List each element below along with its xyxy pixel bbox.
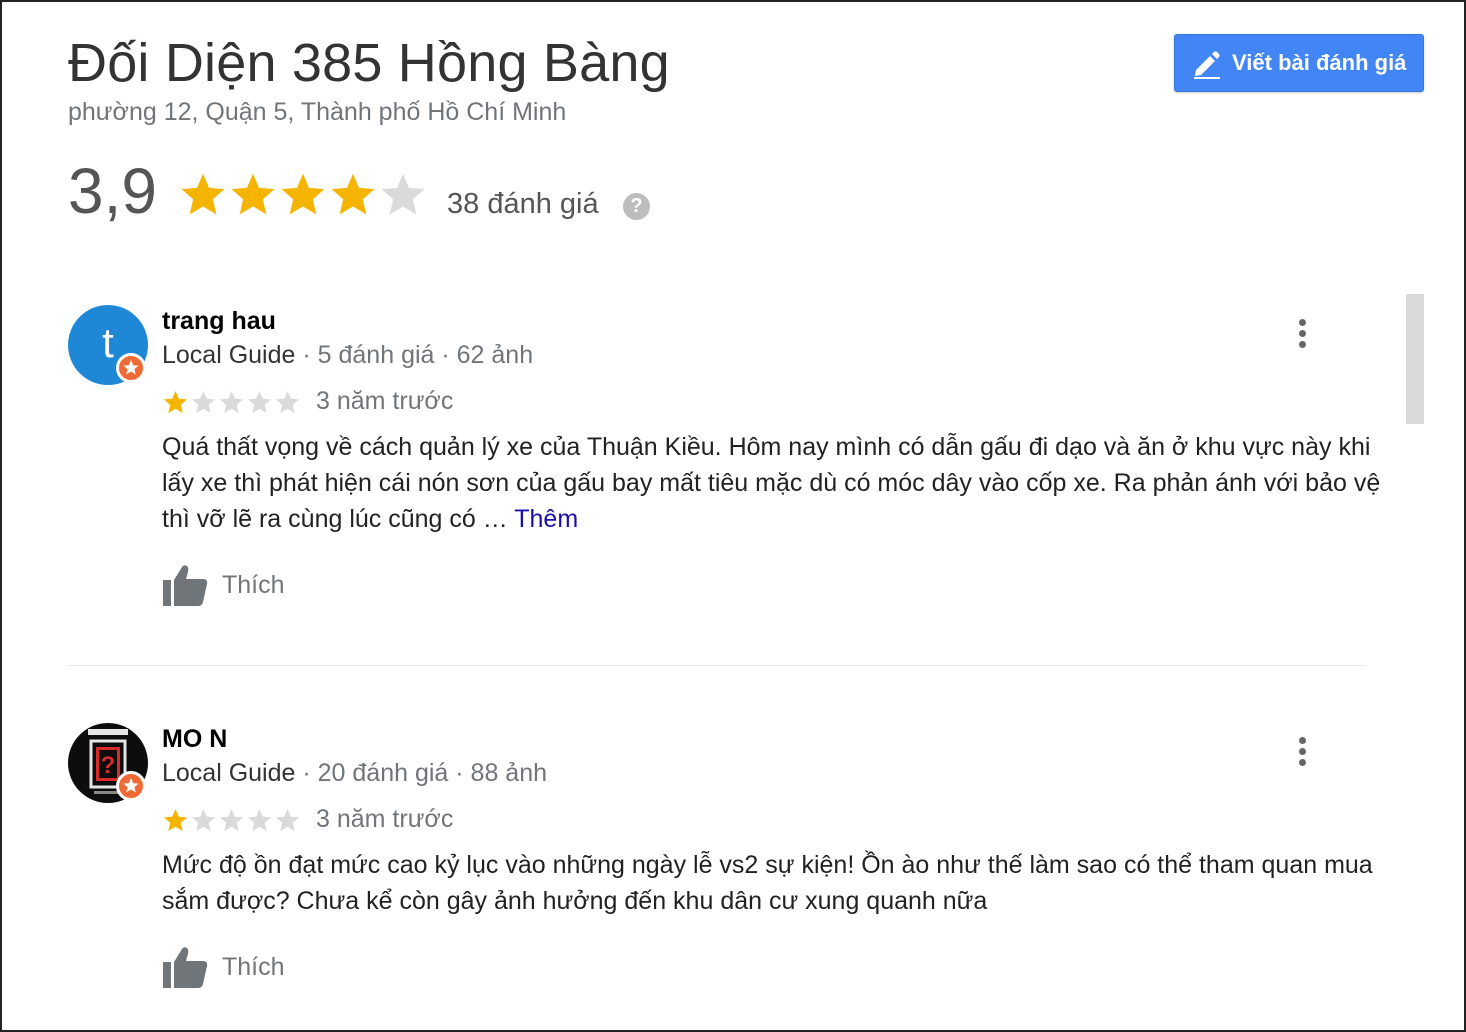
star-filled-icon [163, 809, 188, 831]
review-count[interactable]: 38 đánh giá [447, 188, 599, 221]
star-empty-icon [219, 809, 244, 831]
local-guide-label: Local Guide [162, 341, 296, 369]
review-body: Mức độ ồn đạt mức cao kỷ lục vào những n… [162, 851, 1373, 915]
star-empty-icon [275, 391, 300, 413]
local-guide-badge-icon [116, 353, 146, 383]
reviewer-stats: · 20 đánh giá · 88 ảnh [295, 759, 548, 787]
like-button[interactable]: Thích [162, 563, 285, 607]
review-divider [68, 665, 1366, 666]
review-body: Quá thất vọng về cách quản lý xe của Thu… [162, 433, 1381, 533]
avatar[interactable]: t [68, 305, 148, 385]
star-filled-icon [331, 173, 375, 215]
reviewer-name[interactable]: MO N [162, 725, 227, 754]
review-time: 3 năm trước [316, 805, 454, 833]
pencil-icon [1191, 48, 1223, 80]
write-review-label: Viết bài đánh giá [1232, 50, 1407, 75]
average-star-rating [178, 170, 428, 220]
star-filled-icon [231, 173, 275, 215]
star-empty-icon [191, 809, 216, 831]
reviewer-meta: Local Guide · 5 đánh giá · 62 ảnh [162, 341, 533, 370]
like-button[interactable]: Thích [162, 945, 285, 989]
like-label: Thích [222, 952, 285, 981]
place-address: phường 12, Quận 5, Thành phố Hồ Chí Minh [68, 98, 567, 126]
star-empty-icon [219, 391, 244, 413]
more-options-icon[interactable] [1296, 737, 1308, 769]
reviewer-name[interactable]: trang hau [162, 307, 276, 336]
read-more-link[interactable]: Thêm [514, 505, 578, 533]
star-empty-icon [381, 173, 425, 215]
review-star-rating [162, 807, 302, 834]
review-text: Mức độ ồn đạt mức cao kỷ lục vào những n… [162, 847, 1382, 919]
star-empty-icon [247, 809, 272, 831]
svg-text:?: ? [101, 752, 116, 779]
help-icon[interactable]: ? [623, 193, 650, 220]
like-label: Thích [222, 570, 285, 599]
star-filled-icon [281, 173, 325, 215]
scrollbar-thumb[interactable] [1406, 294, 1424, 424]
thumbs-up-icon [162, 563, 210, 607]
star-empty-icon [275, 809, 300, 831]
star-filled-icon [181, 173, 225, 215]
star-filled-icon [163, 391, 188, 413]
local-guide-label: Local Guide [162, 759, 296, 787]
reviewer-meta: Local Guide · 20 đánh giá · 88 ảnh [162, 759, 547, 788]
reviewer-stats: · 5 đánh giá · 62 ảnh [295, 341, 534, 369]
star-empty-icon [247, 391, 272, 413]
review-star-rating [162, 389, 302, 416]
write-review-button[interactable]: Viết bài đánh giá [1174, 34, 1424, 92]
reviews-panel: Đối Diện 385 Hồng Bàng phường 12, Quận 5… [0, 0, 1466, 1032]
average-rating: 3,9 [68, 155, 157, 227]
review-item: t trang hau Local Guide · 5 đánh giá · 6… [68, 305, 1380, 645]
local-guide-badge-icon [116, 771, 146, 801]
thumbs-up-icon [162, 945, 210, 989]
star-empty-icon [191, 391, 216, 413]
avatar[interactable]: ? [68, 723, 148, 803]
review-time: 3 năm trước [316, 387, 454, 415]
review-text: Quá thất vọng về cách quản lý xe của Thu… [162, 429, 1382, 537]
place-title: Đối Diện 385 Hồng Bàng [68, 33, 670, 93]
review-item: ? MO N Local Guide · 20 đánh giá · 88 ản… [68, 723, 1373, 1013]
more-options-icon[interactable] [1296, 319, 1308, 351]
